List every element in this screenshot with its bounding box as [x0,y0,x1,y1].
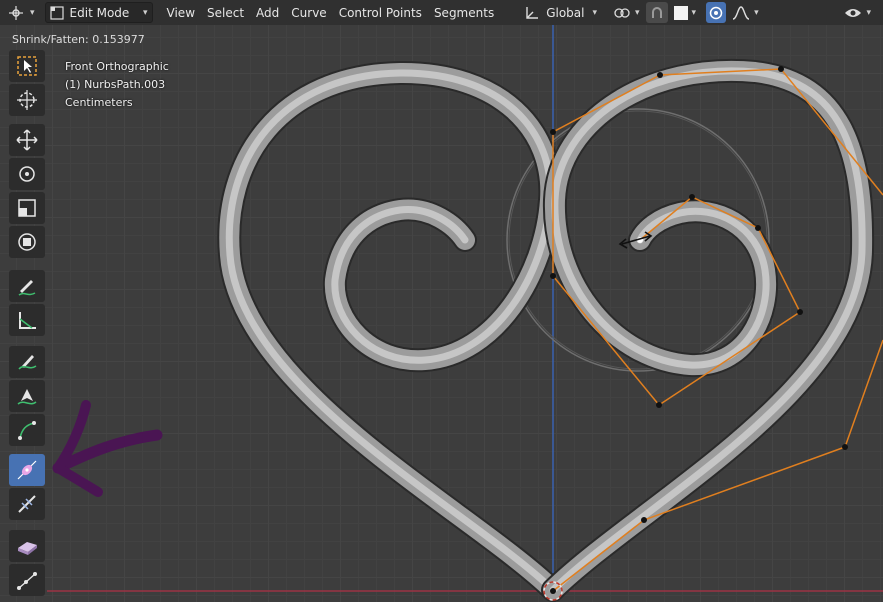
object-label: (1) NurbsPath.003 [65,78,166,91]
tool-tilt[interactable] [9,488,45,520]
tool-cursor[interactable] [9,84,45,116]
randomize-icon [18,542,37,555]
tool-scale[interactable] [9,192,45,224]
tool-annotate[interactable] [9,270,45,302]
tool-randomize[interactable] [9,530,45,562]
tool-rotate[interactable] [9,158,45,190]
tool-move[interactable] [9,124,45,156]
pen-icon [17,389,37,405]
radius-icon [17,460,37,480]
tool-transform[interactable] [9,226,45,258]
units-label: Centimeters [65,96,133,109]
tool-vertex[interactable] [9,564,45,596]
extrude-icon [18,421,36,440]
transform-icon [18,233,36,251]
tilt-icon [18,495,36,513]
measure-icon [19,312,36,329]
move-icon [16,129,38,151]
operator-readout: Shrink/Fatten: 0.153977 [12,33,145,46]
tool-pen[interactable] [9,380,45,412]
draw-icon [18,355,37,370]
tool-extrude[interactable] [9,414,45,446]
annotation-arrow [52,400,163,497]
vertex-icon [17,572,37,590]
tool-draw[interactable] [9,346,45,378]
cursor-icon [17,90,37,110]
rotate-icon [19,166,35,182]
tool-radius[interactable] [9,454,45,486]
view-name: Front Orthographic [65,60,169,73]
tool-measure[interactable] [9,304,45,336]
select-box-icon [17,56,37,76]
tool-select-box[interactable] [9,50,45,82]
scale-icon [18,199,36,217]
annotate-icon [18,280,36,296]
